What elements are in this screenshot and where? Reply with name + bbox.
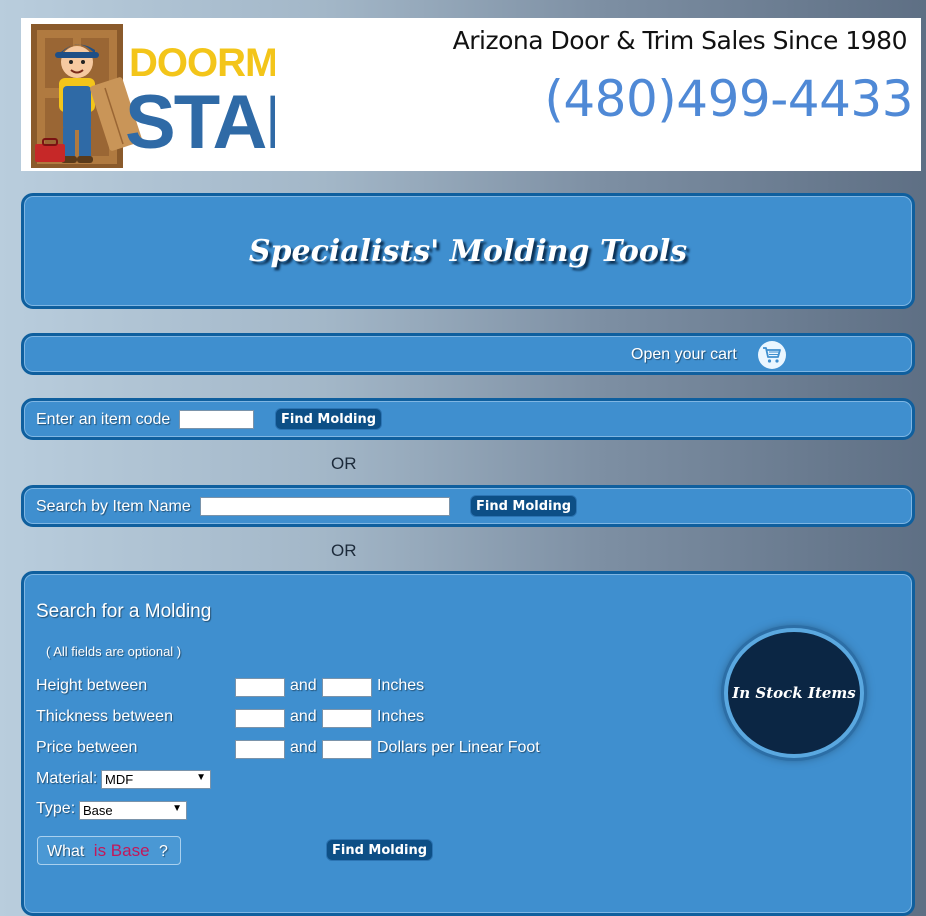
or-separator-1: OR — [331, 454, 357, 473]
height-label: Height between — [36, 677, 148, 694]
material-label: Material: — [36, 770, 98, 787]
what-is-prefix: What — [47, 843, 85, 860]
item-name-input[interactable] — [200, 497, 450, 516]
find-molding-search-button[interactable]: Find Molding — [326, 839, 434, 861]
or-separator-2: OR — [331, 541, 357, 560]
item-code-panel: Enter an item code Find Molding — [21, 398, 915, 440]
price-label: Price between — [36, 739, 138, 756]
type-selected-value: Base — [83, 803, 113, 818]
logo-word-stan: STAN — [125, 80, 275, 165]
find-molding-by-code-button[interactable]: Find Molding — [275, 408, 383, 430]
item-name-label: Search by Item Name — [36, 498, 191, 515]
price-unit-label: Dollars per Linear Foot — [377, 739, 540, 756]
form-heading: Search for a Molding — [36, 601, 212, 622]
height-max-input[interactable] — [322, 678, 372, 697]
thickness-min-input[interactable] — [235, 709, 285, 728]
height-unit-label: Inches — [377, 677, 425, 694]
what-is-suffix: ? — [159, 843, 168, 860]
price-max-input[interactable] — [322, 740, 372, 759]
what-is-type-button[interactable]: What is Base ? — [37, 836, 181, 865]
thickness-unit-label: Inches — [377, 708, 425, 725]
page-title: Specialists' Molding Tools — [248, 234, 688, 269]
logo-word-doorman: DOORMAN — [129, 41, 275, 85]
what-is-term: is Base — [93, 841, 150, 860]
logo-illustration: DOORMAN STAN — [31, 24, 334, 168]
optional-fields-note: ( All fields are optional ) — [46, 644, 182, 659]
price-min-input[interactable] — [235, 740, 285, 759]
title-panel: Specialists' Molding Tools — [21, 193, 915, 309]
type-select[interactable]: Base ▼ — [79, 801, 187, 820]
doorman-stan-logo[interactable]: DOORMAN STAN — [25, 20, 334, 170]
company-tagline: Arizona Door & Trim Sales Since 1980 — [452, 26, 908, 55]
item-code-label: Enter an item code — [36, 411, 171, 428]
type-label: Type: — [36, 800, 76, 817]
cart-panel: Open your cart — [21, 333, 915, 375]
dropdown-arrow-icon: ▼ — [196, 772, 206, 783]
dropdown-arrow-icon: ▼ — [172, 803, 182, 814]
find-molding-by-name-button[interactable]: Find Molding — [470, 495, 578, 517]
height-min-input[interactable] — [235, 678, 285, 697]
in-stock-items-button[interactable]: In Stock Items — [724, 628, 864, 758]
phone-number[interactable]: (480)499-4433 — [544, 70, 913, 128]
material-select[interactable]: MDF ▼ — [101, 770, 211, 789]
open-cart-link[interactable]: Open your cart — [631, 346, 737, 364]
thickness-label: Thickness between — [36, 708, 173, 725]
price-and-label: and — [290, 739, 317, 756]
item-code-input[interactable] — [179, 410, 254, 429]
item-name-panel: Search by Item Name Find Molding — [21, 485, 915, 527]
height-and-label: and — [290, 677, 317, 694]
molding-search-panel: Search for a Molding ( All fields are op… — [21, 571, 915, 916]
thickness-max-input[interactable] — [322, 709, 372, 728]
site-header: DOORMAN STAN Arizona Door & Trim Sales S… — [21, 18, 921, 171]
material-selected-value: MDF — [105, 772, 134, 787]
thickness-and-label: and — [290, 708, 317, 725]
shopping-cart-icon[interactable] — [758, 341, 786, 369]
